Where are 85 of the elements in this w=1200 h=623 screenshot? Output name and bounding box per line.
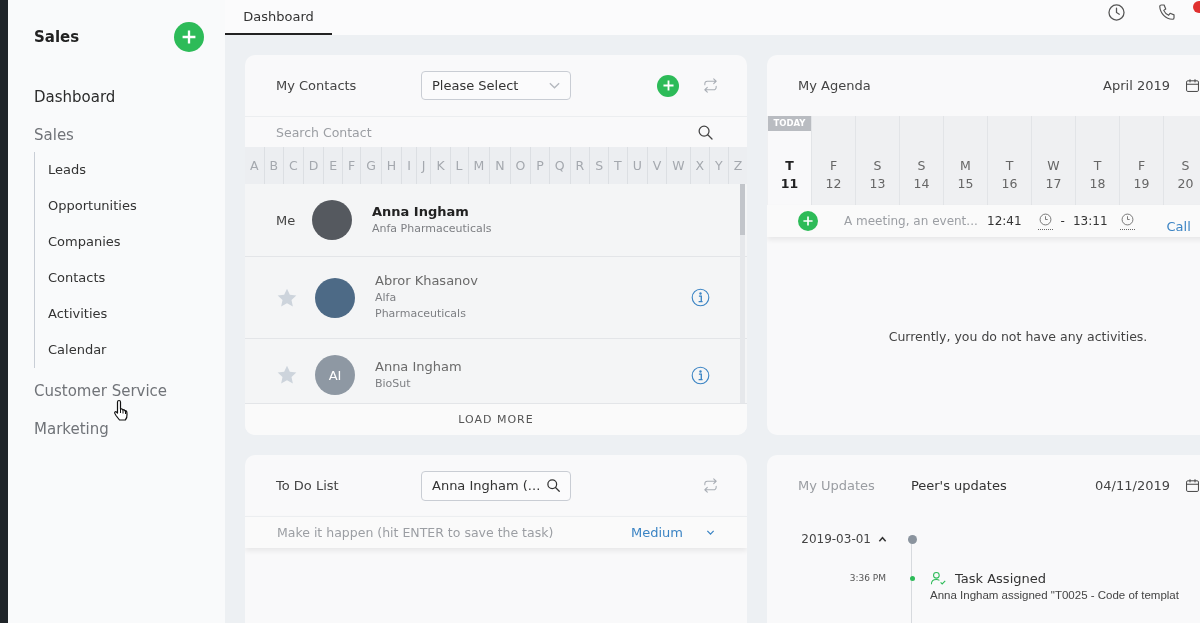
day-cell[interactable]: S 14	[900, 116, 943, 205]
phone-icon[interactable]	[1157, 3, 1176, 22]
plus-icon	[182, 30, 196, 44]
day-cell[interactable]: W 17	[1032, 116, 1075, 205]
card-title: My Agenda	[798, 78, 872, 93]
nav-subitem[interactable]: Contacts	[48, 260, 106, 296]
avatar-photo	[315, 277, 355, 318]
time-picker-button[interactable]	[1119, 212, 1135, 230]
day-cell[interactable]: F 19	[1120, 116, 1163, 205]
priority-select[interactable]: Medium	[631, 525, 716, 540]
scrollbar[interactable]	[740, 184, 745, 403]
day-cell[interactable]: M 15	[944, 116, 987, 205]
nav-item[interactable]: Customer Service	[34, 372, 168, 410]
notification-badge-icon	[1193, 1, 1200, 13]
nav-subitem[interactable]: Opportunities	[48, 188, 137, 224]
month-label: April 2019	[1103, 78, 1170, 93]
plus-icon	[803, 216, 813, 226]
group-date: 2019-03-01	[801, 532, 871, 546]
day-cell[interactable]: F 12	[812, 116, 855, 205]
card-title: To Do List	[276, 478, 340, 493]
start-time[interactable]: 12:41	[987, 214, 1022, 228]
day-cell[interactable]: S 20	[1164, 116, 1200, 205]
add-event-button[interactable]	[798, 211, 818, 231]
card-title: My Contacts	[276, 78, 358, 93]
hand-cursor-icon	[113, 399, 131, 423]
nav-item[interactable]: Sales	[34, 116, 74, 154]
calendar-icon[interactable]	[1185, 78, 1200, 93]
contact-name: Anna Ingham	[372, 203, 469, 219]
nav-subitem[interactable]: Leads	[48, 152, 86, 188]
me-label: Me	[276, 212, 297, 228]
end-time[interactable]: 13:11	[1072, 214, 1108, 228]
clock-icon	[1038, 212, 1052, 226]
info-icon[interactable]	[691, 288, 710, 307]
today-label: TODAY	[768, 116, 811, 131]
nav-subitem[interactable]: Calendar	[48, 332, 107, 368]
timeline-dot-icon	[909, 575, 915, 581]
time-separator: -	[1060, 214, 1065, 228]
day-cell[interactable]: T 16	[988, 116, 1031, 205]
contact-filter-select[interactable]: Please Select	[421, 71, 571, 100]
clock-icon[interactable]	[1107, 3, 1126, 22]
entry-time: 3:36 PM	[849, 573, 886, 583]
calendar-icon[interactable]	[1185, 478, 1200, 493]
contact-company: Anfa Pharmaceuticals	[372, 220, 492, 237]
plus-icon	[662, 80, 674, 91]
event-type-link[interactable]: Call	[1166, 218, 1191, 234]
clock-icon	[1120, 212, 1134, 226]
person-check-icon	[930, 569, 947, 587]
refresh-icon[interactable]	[702, 77, 719, 94]
tab[interactable]: Dashboard	[225, 0, 332, 35]
sidebar-title: Sales	[34, 28, 80, 46]
contact-name: Anna Ingham	[375, 358, 462, 374]
time-picker-button[interactable]	[1037, 212, 1053, 230]
empty-message: Currently, you do not have any activities.	[888, 328, 1148, 344]
avatar-photo	[312, 200, 352, 240]
contact-company: Alfa Pharmaceuticals	[375, 290, 466, 322]
star-icon[interactable]	[276, 364, 298, 386]
updates-tab[interactable]: Peer's updates	[910, 478, 1007, 493]
search-input[interactable]: Search Contact	[276, 124, 697, 140]
entry-title: Task Assigned	[955, 570, 1046, 586]
load-more-button[interactable]: LOAD MORE	[245, 403, 747, 435]
caret-icon[interactable]	[878, 534, 887, 544]
avatar-initials: AI	[315, 355, 355, 395]
day-cell[interactable]: T 11	[768, 131, 811, 205]
assignee-field[interactable]: Anna Ingham (...	[421, 470, 571, 501]
timeline-dot-icon	[907, 534, 917, 544]
contact-company: BioSut	[375, 375, 411, 392]
task-input[interactable]: Make it happen (hit ENTER to save the task)	[277, 525, 631, 540]
search-icon	[546, 478, 561, 493]
refresh-icon[interactable]	[702, 477, 719, 494]
nav-subitem[interactable]: Activities	[48, 296, 108, 332]
day-cell[interactable]: T 18	[1076, 116, 1119, 205]
nav-subitem[interactable]: Companies	[48, 224, 121, 260]
day-cell[interactable]: S 13	[856, 116, 899, 205]
nav-item[interactable]: Marketing	[34, 410, 109, 448]
date-label: 04/11/2019	[1095, 478, 1170, 493]
info-icon[interactable]	[691, 365, 710, 385]
add-contact-button[interactable]	[657, 74, 679, 97]
contact-name: Abror Khasanov	[375, 273, 478, 288]
nav-item[interactable]: Dashboard	[34, 78, 116, 116]
updates-tab[interactable]: My Updates	[798, 478, 875, 493]
search-icon[interactable]	[697, 123, 714, 141]
event-input[interactable]: A meeting, an event...	[844, 214, 987, 228]
entry-text: Anna Ingham assigned "T0025 - Code of templat	[930, 589, 1180, 601]
add-button[interactable]	[174, 22, 204, 52]
letter-filter[interactable]: Z	[728, 147, 747, 184]
